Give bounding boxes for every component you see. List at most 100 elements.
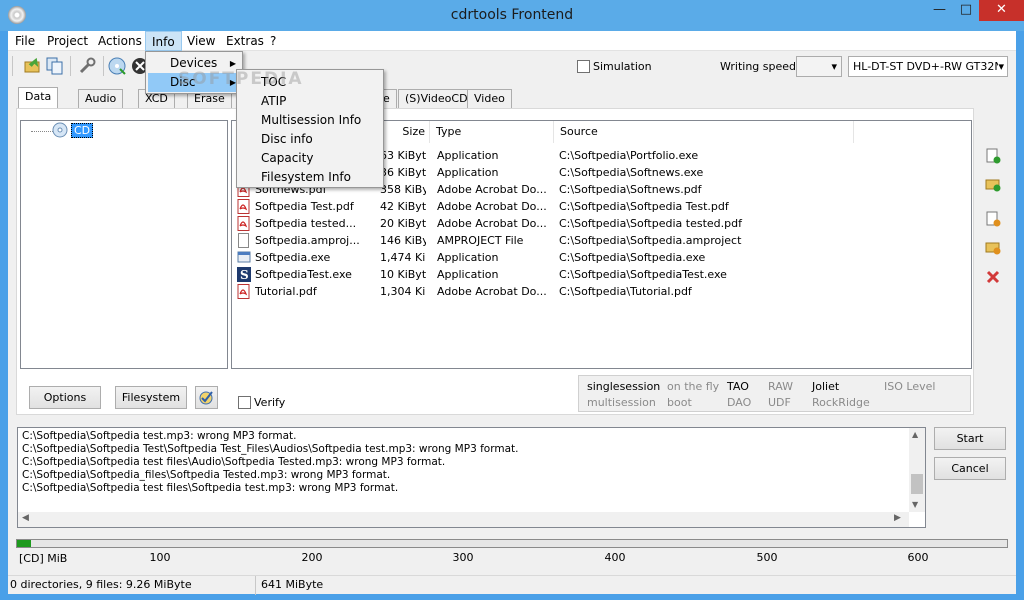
verify-checkbox[interactable] bbox=[238, 396, 251, 409]
file-source: C:\Softpedia\Portfolio.exe bbox=[559, 149, 699, 162]
scroll-up-icon[interactable]: ▲ bbox=[912, 430, 918, 439]
option-dao[interactable]: DAO bbox=[727, 396, 751, 409]
pdf-icon bbox=[237, 284, 251, 299]
option-tao[interactable]: TAO bbox=[727, 380, 749, 393]
exe-icon bbox=[237, 250, 251, 265]
table-row[interactable]: Softpedia tested... 20 KiByte Adobe Acroba… bbox=[232, 215, 971, 232]
drive-select[interactable]: HL-DT-ST DVD+-RW GT32N ▾ bbox=[848, 56, 1008, 77]
ruler-tick-label: 300 bbox=[452, 551, 474, 564]
menu-item-filesystem-info[interactable]: Filesystem Info bbox=[239, 168, 351, 187]
toolbar-separator bbox=[103, 56, 104, 76]
menu-item-multisession-info[interactable]: Multisession Info bbox=[239, 111, 361, 130]
options-button[interactable]: Options bbox=[29, 386, 101, 409]
writing-speed-select[interactable]: ▾ bbox=[796, 56, 842, 77]
verify-settings-button[interactable] bbox=[195, 386, 218, 409]
delete-icon[interactable] bbox=[985, 269, 1001, 285]
wrench-icon[interactable] bbox=[78, 57, 96, 75]
menu-item-atip[interactable]: ATIP bbox=[239, 92, 286, 111]
menu-actions[interactable]: Actions bbox=[92, 31, 148, 51]
simulation-checkbox[interactable] bbox=[577, 60, 590, 73]
option-joliet[interactable]: Joliet bbox=[812, 380, 839, 393]
file-name: Softpedia tested... bbox=[255, 217, 357, 230]
close-button[interactable]: ✕ bbox=[979, 0, 1024, 21]
file-size: 36 KiByte bbox=[380, 166, 426, 179]
menu-item-devices-label: Devices bbox=[170, 56, 218, 70]
add-folder-icon[interactable] bbox=[24, 57, 42, 75]
menu-extras[interactable]: Extras bbox=[220, 31, 270, 51]
file-type: Application bbox=[437, 251, 499, 264]
scroll-thumb[interactable] bbox=[911, 474, 923, 494]
option-boot[interactable]: boot bbox=[667, 396, 692, 409]
menu-item-capacity[interactable]: Capacity bbox=[239, 149, 313, 168]
file-source: C:\Softpedia\Tutorial.pdf bbox=[559, 285, 692, 298]
edit-file-icon[interactable] bbox=[985, 211, 1001, 227]
menu-view[interactable]: View bbox=[181, 31, 221, 51]
scroll-left-icon[interactable]: ◀ bbox=[22, 513, 29, 523]
scroll-down-icon[interactable]: ▼ bbox=[912, 500, 918, 509]
edit-folder-icon[interactable] bbox=[985, 239, 1001, 255]
toolbar-separator bbox=[12, 56, 13, 76]
capacity-bar bbox=[16, 539, 1008, 548]
verify-label: Verify bbox=[254, 396, 286, 409]
file-size: 1,304 KiByte bbox=[380, 285, 426, 298]
file-size: 146 KiByte bbox=[380, 234, 426, 247]
ruler-tick-label: 500 bbox=[756, 551, 778, 564]
writing-speed-label: Writing speed bbox=[720, 60, 797, 73]
pdf-icon bbox=[237, 216, 251, 231]
vertical-scrollbar[interactable]: ▲ ▼ bbox=[909, 428, 925, 512]
tab-data-disc[interactable]: Data Disc bbox=[18, 87, 59, 120]
table-row[interactable]: Softpedia.exe 1,474 KiByte Application C:\S… bbox=[232, 249, 971, 266]
tab-audio-cd[interactable]: Audio CD bbox=[78, 89, 124, 122]
menu-info[interactable]: Info bbox=[145, 31, 182, 51]
column-header-source[interactable]: Source bbox=[554, 121, 854, 143]
option-on-the-fly[interactable]: on the fly bbox=[667, 380, 719, 393]
option-multisession[interactable]: multisession bbox=[587, 396, 656, 409]
toolbar-separator bbox=[70, 56, 71, 76]
log-line: C:\Softpedia\Softpedia Test\Softpedia Te… bbox=[22, 443, 519, 455]
file-size: 63 KiByte bbox=[380, 149, 426, 162]
menu-help[interactable]: ? bbox=[264, 31, 282, 51]
table-row[interactable]: Softpedia Test.pdf 42 KiByte Adobe Acrobat… bbox=[232, 198, 971, 215]
column-header-type[interactable]: Type bbox=[430, 121, 554, 143]
status-free-space: 641 MiByte bbox=[261, 578, 324, 591]
option-iso-level[interactable]: ISO Level bbox=[884, 380, 935, 393]
copy-icon[interactable] bbox=[46, 57, 64, 75]
file-size: 42 KiByte bbox=[380, 200, 426, 213]
horizontal-scrollbar[interactable]: ◀ ▶ bbox=[18, 512, 909, 527]
file-size: 1,474 KiByte bbox=[380, 251, 426, 264]
column-header-size[interactable]: Size bbox=[380, 121, 430, 143]
file-icon bbox=[237, 233, 251, 248]
option-singlesession[interactable]: singlesession bbox=[587, 380, 660, 393]
folder-tree[interactable]: CD bbox=[20, 120, 228, 369]
minimize-button[interactable]: — bbox=[926, 0, 953, 21]
option-raw[interactable]: RAW bbox=[768, 380, 793, 393]
log-output[interactable]: C:\Softpedia\Softpedia test.mp3: wrong M… bbox=[17, 427, 926, 528]
checklist-icon bbox=[199, 391, 213, 405]
add-file-icon[interactable] bbox=[985, 148, 1001, 164]
watermark: SOFTPEDIA bbox=[178, 69, 304, 89]
table-row[interactable]: S SoftpediaTest.exe 10 KiByte Application C:… bbox=[232, 266, 971, 283]
option-rockridge[interactable]: RockRidge bbox=[812, 396, 870, 409]
file-type: Adobe Acrobat Do... bbox=[437, 183, 547, 196]
add-folder-icon[interactable] bbox=[985, 176, 1001, 192]
file-type: Application bbox=[437, 166, 499, 179]
option-udf[interactable]: UDF bbox=[768, 396, 791, 409]
menu-file[interactable]: File bbox=[9, 31, 41, 51]
cancel-button[interactable]: Cancel bbox=[934, 457, 1006, 480]
start-button[interactable]: Start bbox=[934, 427, 1006, 450]
burn-disc-icon[interactable] bbox=[108, 57, 126, 75]
burn-options-panel: singlesession on the fly TAO RAW Joliet … bbox=[578, 375, 971, 412]
menu-item-disc-info[interactable]: Disc info bbox=[239, 130, 313, 149]
filesystem-button[interactable]: Filesystem bbox=[115, 386, 187, 409]
file-source: C:\Softpedia\Softpedia.amproject bbox=[559, 234, 742, 247]
menu-project[interactable]: Project bbox=[41, 31, 94, 51]
log-line: C:\Softpedia\Softpedia_files\Softpedia T… bbox=[22, 469, 391, 481]
tab-video-dvd[interactable]: Video DVD bbox=[467, 89, 512, 122]
table-row[interactable]: Tutorial.pdf 1,304 KiByte Adobe Acrobat Do… bbox=[232, 283, 971, 300]
scroll-right-icon[interactable]: ▶ bbox=[894, 513, 901, 523]
tab-svideocd[interactable]: (S)VideoCD bbox=[398, 89, 475, 108]
file-name: Softpedia Test.pdf bbox=[255, 200, 354, 213]
maximize-button[interactable]: □ bbox=[953, 0, 979, 21]
tree-root-cd[interactable]: CD bbox=[71, 123, 94, 138]
table-row[interactable]: Softpedia.amproj... 146 KiByte AMPROJECT F… bbox=[232, 232, 971, 249]
